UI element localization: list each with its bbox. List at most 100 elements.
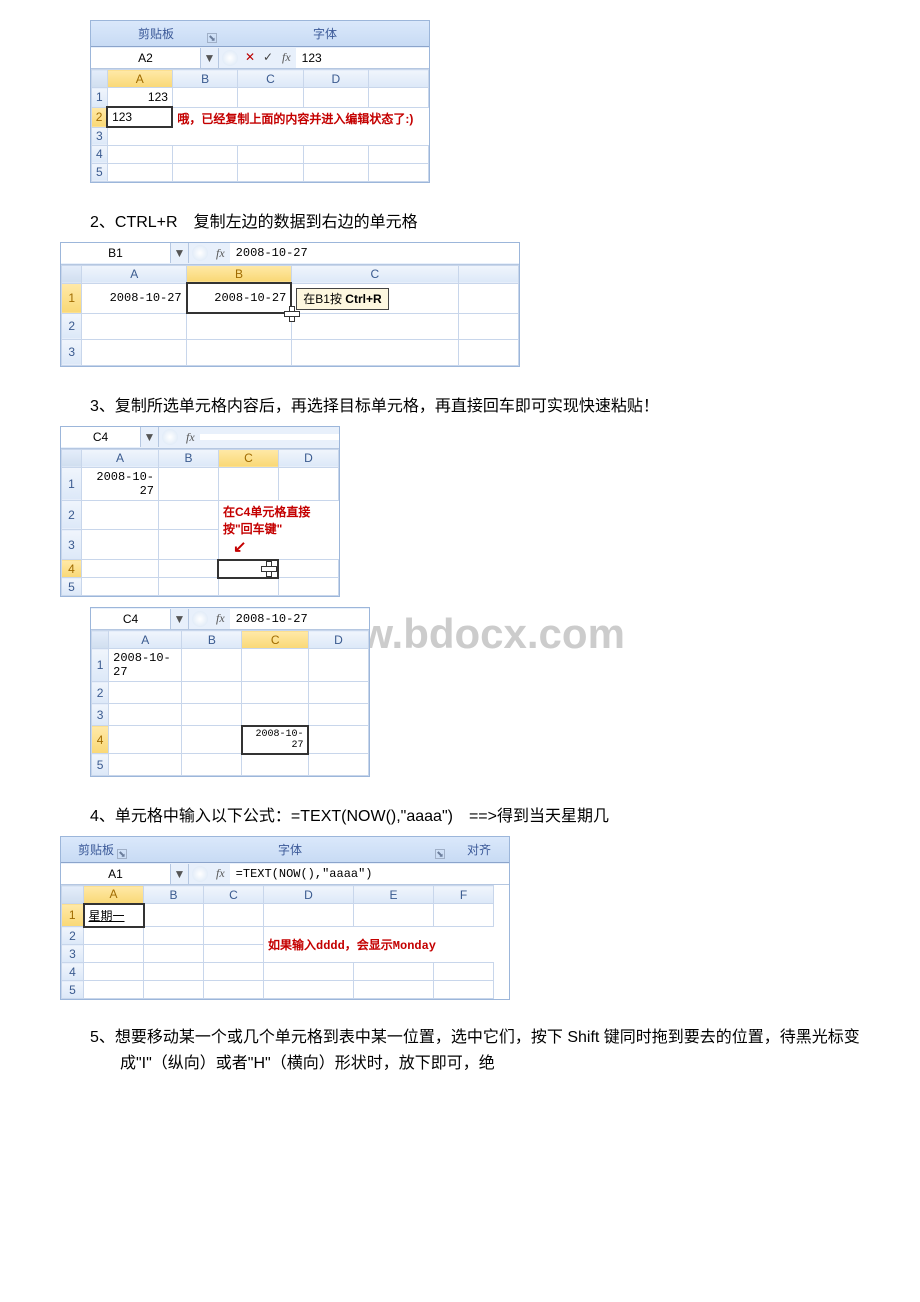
- fx-icon[interactable]: fx: [181, 427, 200, 448]
- cell[interactable]: [434, 963, 494, 981]
- fx-icon[interactable]: fx: [211, 863, 230, 884]
- cell[interactable]: [308, 726, 368, 754]
- grid[interactable]: A B C D 1 2008-10-27 2 在C4单元格直接按"回车键" ↙: [61, 449, 339, 597]
- cell[interactable]: [109, 704, 182, 726]
- col-header[interactable]: [458, 265, 518, 283]
- col-header[interactable]: A: [81, 449, 158, 467]
- cell[interactable]: [458, 313, 518, 339]
- name-box[interactable]: A2: [91, 48, 201, 68]
- cell[interactable]: [308, 682, 368, 704]
- col-header[interactable]: D: [303, 70, 368, 88]
- grid[interactable]: A B C D E F 1 星期一 2: [61, 885, 494, 999]
- row-header[interactable]: 2: [92, 107, 108, 127]
- namebox-dropdown-icon[interactable]: ▼: [171, 609, 189, 629]
- namebox-dropdown-icon[interactable]: ▼: [141, 427, 159, 447]
- formula-input[interactable]: 2008-10-27: [230, 243, 519, 263]
- cell-active[interactable]: 2008-10-27: [242, 726, 309, 754]
- row-header[interactable]: 4: [62, 963, 84, 981]
- cell[interactable]: [144, 945, 204, 963]
- cell[interactable]: [84, 963, 144, 981]
- cancel-icon[interactable]: ✕: [241, 47, 259, 68]
- cell[interactable]: [109, 726, 182, 754]
- cell[interactable]: [204, 927, 264, 945]
- formula-input[interactable]: [200, 434, 339, 440]
- cell[interactable]: [158, 467, 218, 500]
- col-header[interactable]: E: [354, 886, 434, 904]
- cell[interactable]: [182, 682, 242, 704]
- row-header[interactable]: 4: [62, 560, 82, 578]
- row-header[interactable]: 3: [62, 530, 82, 560]
- cell[interactable]: 2008-10-27: [109, 649, 182, 682]
- cell[interactable]: [182, 649, 242, 682]
- name-box[interactable]: B1: [61, 243, 171, 263]
- cell[interactable]: [187, 313, 292, 339]
- cell[interactable]: [144, 927, 204, 945]
- row-header[interactable]: 3: [92, 127, 108, 145]
- col-header[interactable]: B: [172, 70, 237, 88]
- cell[interactable]: 123: [107, 88, 172, 108]
- grid[interactable]: A B C 1 2008-10-27 2008-10-27 在B1按 Ctrl+…: [61, 265, 519, 366]
- namebox-dropdown-icon[interactable]: ▼: [171, 243, 189, 263]
- cell[interactable]: [172, 88, 237, 108]
- cell[interactable]: [354, 904, 434, 927]
- cell[interactable]: [158, 530, 218, 560]
- cell[interactable]: [218, 578, 278, 596]
- cell[interactable]: [81, 560, 158, 578]
- cell[interactable]: [354, 981, 434, 999]
- fx-icon[interactable]: fx: [211, 608, 230, 629]
- ribbon-expand-icon[interactable]: ⬊: [117, 849, 127, 859]
- row-header[interactable]: 2: [62, 313, 82, 339]
- col-header[interactable]: D: [264, 886, 354, 904]
- cell[interactable]: [204, 904, 264, 927]
- row-header[interactable]: 2: [62, 500, 82, 530]
- row-header[interactable]: 5: [62, 981, 84, 999]
- col-header[interactable]: C: [291, 265, 458, 283]
- cell[interactable]: [109, 754, 182, 776]
- col-header[interactable]: B: [187, 265, 292, 283]
- cell[interactable]: [238, 163, 303, 181]
- cell[interactable]: [303, 88, 368, 108]
- cell[interactable]: [182, 704, 242, 726]
- row-header[interactable]: 3: [62, 339, 82, 365]
- row-header[interactable]: 1: [62, 467, 82, 500]
- cell-active[interactable]: [218, 560, 278, 578]
- cell-active[interactable]: 2008-10-27: [187, 283, 292, 313]
- name-box[interactable]: C4: [91, 609, 171, 629]
- row-header[interactable]: 5: [92, 754, 109, 776]
- row-header[interactable]: 2: [92, 682, 109, 704]
- cell[interactable]: [158, 560, 218, 578]
- col-header[interactable]: C: [242, 631, 309, 649]
- cell[interactable]: [303, 163, 368, 181]
- namebox-dropdown-icon[interactable]: ▼: [201, 48, 219, 68]
- cell[interactable]: [242, 649, 309, 682]
- cell[interactable]: [84, 927, 144, 945]
- cell[interactable]: [107, 163, 172, 181]
- cell[interactable]: [182, 754, 242, 776]
- cell[interactable]: [291, 313, 458, 339]
- cell[interactable]: [458, 339, 518, 365]
- cell[interactable]: [308, 704, 368, 726]
- cell[interactable]: [264, 904, 354, 927]
- col-header[interactable]: A: [109, 631, 182, 649]
- cell[interactable]: [278, 578, 338, 596]
- ribbon-expand-icon[interactable]: ⬊: [435, 849, 445, 859]
- cell[interactable]: [172, 163, 237, 181]
- cell[interactable]: [264, 963, 354, 981]
- cell[interactable]: [238, 88, 303, 108]
- select-all-corner[interactable]: [62, 449, 82, 467]
- cell[interactable]: [82, 339, 187, 365]
- col-header[interactable]: A: [107, 70, 172, 88]
- row-header[interactable]: 1: [62, 283, 82, 313]
- row-header[interactable]: 1: [62, 904, 84, 927]
- cell[interactable]: [368, 145, 428, 163]
- cell[interactable]: [204, 981, 264, 999]
- cell[interactable]: [368, 88, 428, 108]
- name-box[interactable]: A1: [61, 864, 171, 884]
- cell[interactable]: [434, 904, 494, 927]
- cell[interactable]: [84, 981, 144, 999]
- cell[interactable]: [107, 145, 172, 163]
- cell[interactable]: [218, 467, 278, 500]
- ribbon-expand-icon[interactable]: ⬊: [207, 33, 217, 43]
- cell[interactable]: [238, 145, 303, 163]
- col-header[interactable]: A: [82, 265, 187, 283]
